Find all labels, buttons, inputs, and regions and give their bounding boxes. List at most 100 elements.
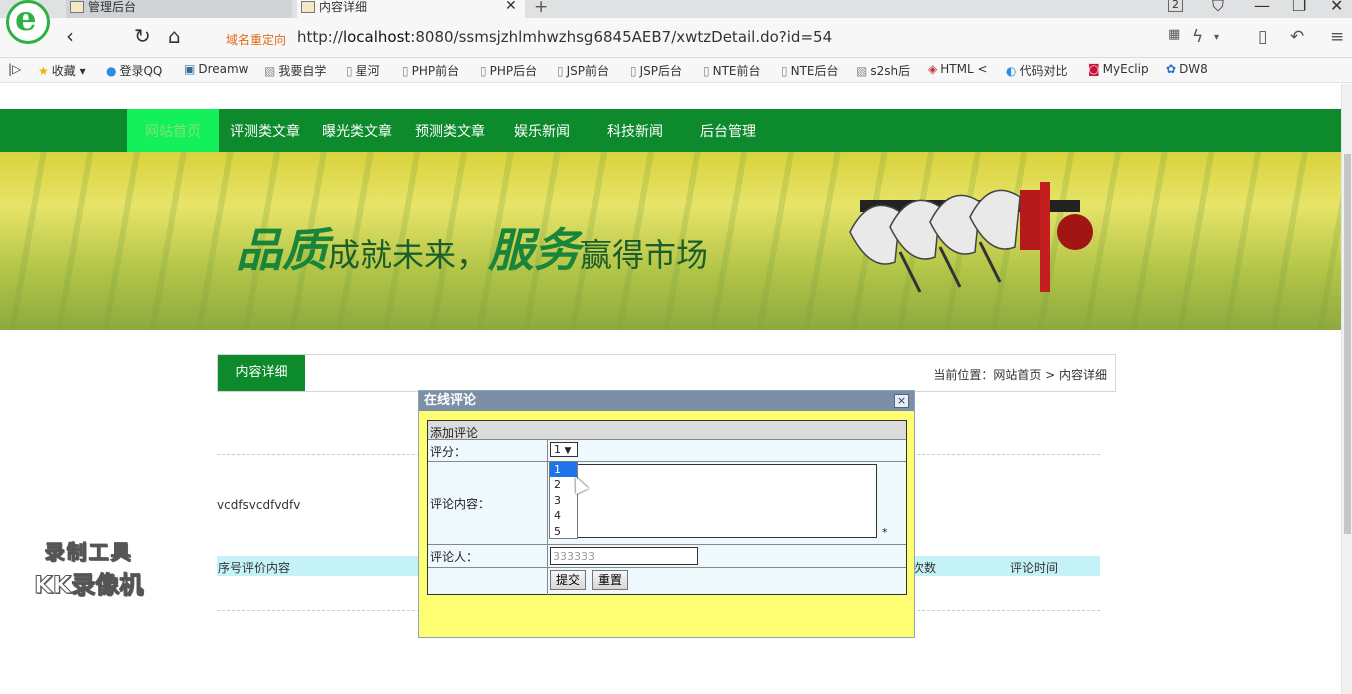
comment-form: 添加评论 评分： 1 ▼ 评论内容： * 评论人： 333333 提交 重置 1… [427,420,907,595]
browser-logo: e [6,0,50,44]
score-option[interactable]: 5 [550,524,577,539]
bookmark-html[interactable]: ◈ HTML < [928,62,988,76]
col-index: 序号 [218,561,243,575]
home-icon[interactable]: ⌂ [168,24,181,48]
slogan-part: 成就未来， [328,236,489,274]
new-tab-icon[interactable]: + [534,0,548,17]
close-tab-icon[interactable]: ✕ [505,0,517,14]
score-row: 评分： 1 ▼ [428,440,906,462]
author-input[interactable]: 333333 [550,547,698,565]
url-prefix: http:// [297,28,343,46]
bookmark-label: 我要自学 [278,64,327,78]
score-option[interactable]: 3 [550,493,577,508]
article-content: vcdfsvcdfvdfv [217,498,301,512]
tab-content-detail[interactable]: 内容详细 [297,0,525,18]
bookmark-nte-front[interactable]: ▯ NTE前台 [703,62,761,79]
content-label: 评论内容： [428,462,548,544]
tab-title: 内容详细 [319,0,368,14]
bookmark-php-back[interactable]: ▯ PHP后台 [480,62,537,79]
bookmark-code-compare[interactable]: ◐ 代码对比 [1006,62,1068,79]
col-comment-content: 评价内容 [242,561,291,575]
bookmark-learn[interactable]: ▧ 我要自学 [264,62,326,79]
nav-prediction-articles[interactable]: 预测类文章 [415,109,485,152]
bookmark-label: DW8 [1179,62,1208,76]
back-icon[interactable]: ‹ [66,24,74,48]
author-row: 评论人： 333333 [428,545,906,568]
score-options-dropdown: 1 2 3 4 5 [549,461,578,539]
slogan-part: 赢得市场 [580,236,709,274]
scrollbar-thumb[interactable] [1344,154,1351,534]
dialog-title[interactable]: 在线评论 [419,391,914,411]
comment-textarea[interactable] [557,464,877,538]
browser-tab-bar: 管理后台 内容详细 ✕ + 2 ⛉ — ❐ ✕ [0,0,1352,18]
bookmark-label: NTE前台 [712,64,761,78]
chevron-down-icon[interactable]: ▾ [1214,32,1219,43]
score-select[interactable]: 1 ▼ [550,442,578,457]
grid-icon[interactable]: ▦ [1168,27,1180,42]
nav-review-articles[interactable]: 评测类文章 [230,109,300,152]
lightning-icon[interactable]: ϟ [1192,27,1203,47]
score-option[interactable]: 1 [550,462,577,478]
bookmark-label: JSP前台 [566,64,610,78]
bookmark-label: HTML < [940,62,988,76]
url-field[interactable]: http://localhost:8080/ssmsjzhlmhwzhsg684… [297,28,832,46]
bookmark-label: 收藏 [51,64,76,78]
address-bar-row: ‹ ↻ ⌂ 域名重定向 http://localhost:8080/ssmsjz… [0,18,1352,58]
bookmark-qq[interactable]: ● 登录QQ [106,62,162,79]
menu-icon[interactable]: ≡ [1330,27,1344,47]
nav-entertainment-news[interactable]: 娱乐新闻 [514,109,570,152]
form-title: 添加评论 [428,421,906,440]
bookmark-page-icon[interactable]: ▯ [1258,27,1267,47]
close-window-icon[interactable]: ✕ [1330,0,1343,15]
tab-admin[interactable]: 管理后台 [66,0,292,18]
nav-admin[interactable]: 后台管理 [700,109,756,152]
bookmark-label: NTE后台 [790,64,839,78]
url-path: :8080/ssmsjzhlmhwzhsg6845AEB7/xwtzDetail… [410,28,833,46]
bookmark-xinghe[interactable]: ▯ 星河 [346,62,380,79]
page-scrollbar[interactable] [1341,84,1352,694]
submit-button[interactable]: 提交 [550,570,587,590]
comment-dialog: 在线评论 × 添加评论 评分： 1 ▼ 评论内容： * 评论人： 333333 … [418,390,915,638]
bookmark-dreamweaver[interactable]: ▣ Dreamw [184,62,249,76]
bookmark-jsp-front[interactable]: ▯ JSP前台 [557,62,609,79]
bookmark-php-front[interactable]: ▯ PHP前台 [402,62,459,79]
bookmark-myeclipse[interactable]: ◙ MyEclip [1088,62,1149,76]
redirect-label[interactable]: 域名重定向 [226,31,286,48]
bookmark-label: 代码对比 [1019,64,1068,78]
nav-tech-news[interactable]: 科技新闻 [607,109,663,152]
shirt-icon[interactable]: ⛉ [1212,0,1224,16]
nav-home[interactable]: 网站首页 [127,109,219,152]
content-header: 内容详细 当前位置：网站首页 > 内容详细 [217,354,1116,392]
bookmark-label: s2sh后 [870,64,911,78]
content-row: 评论内容： * [428,462,906,545]
bookmark-label: Dreamw [198,62,249,76]
buttons-row: 提交 重置 [428,568,906,595]
bookmark-jsp-back[interactable]: ▯ JSP后台 [630,62,682,79]
watermark-line1: 录制工具 [44,540,133,565]
col-comment-time: 评论时间 [1010,561,1059,575]
close-icon[interactable]: × [894,394,909,408]
restore-icon[interactable]: ❐ [1292,0,1306,15]
banner-slogan: 品质成就未来，服务赢得市场 [236,214,708,280]
nav-exposure-articles[interactable]: 曝光类文章 [322,109,392,152]
bookmark-favorites[interactable]: ★ 收藏 ▾ [38,62,86,79]
page-icon [301,1,315,13]
minimize-icon[interactable]: — [1254,0,1270,15]
bookmark-s2sh[interactable]: ▧ s2sh后 [856,62,910,79]
col-count: 次数 [912,561,937,575]
tab-count-badge[interactable]: 2 [1168,0,1183,12]
recorder-watermark: 录制工具 KK录像机 [33,536,144,600]
undo-icon[interactable]: ↶ [1290,27,1304,47]
bookmark-dw8[interactable]: ✿ DW8 [1166,62,1208,76]
sidebar-toggle-icon[interactable]: |▷ [8,62,21,76]
bookmark-label: JSP后台 [639,64,683,78]
score-option[interactable]: 4 [550,508,577,523]
bookmark-label: 星河 [355,64,380,78]
reset-button[interactable]: 重置 [592,570,629,590]
refresh-icon[interactable]: ↻ [134,24,151,48]
plow-image [849,182,1093,293]
required-mark: * [882,526,888,539]
bookmarks-bar: |▷ ★ 收藏 ▾ ● 登录QQ ▣ Dreamw ▧ 我要自学 ▯ 星河 ▯ PHP前台 … [0,58,1352,83]
watermark-line2: KK录像机 [33,571,144,600]
bookmark-nte-back[interactable]: ▯ NTE后台 [781,62,839,79]
